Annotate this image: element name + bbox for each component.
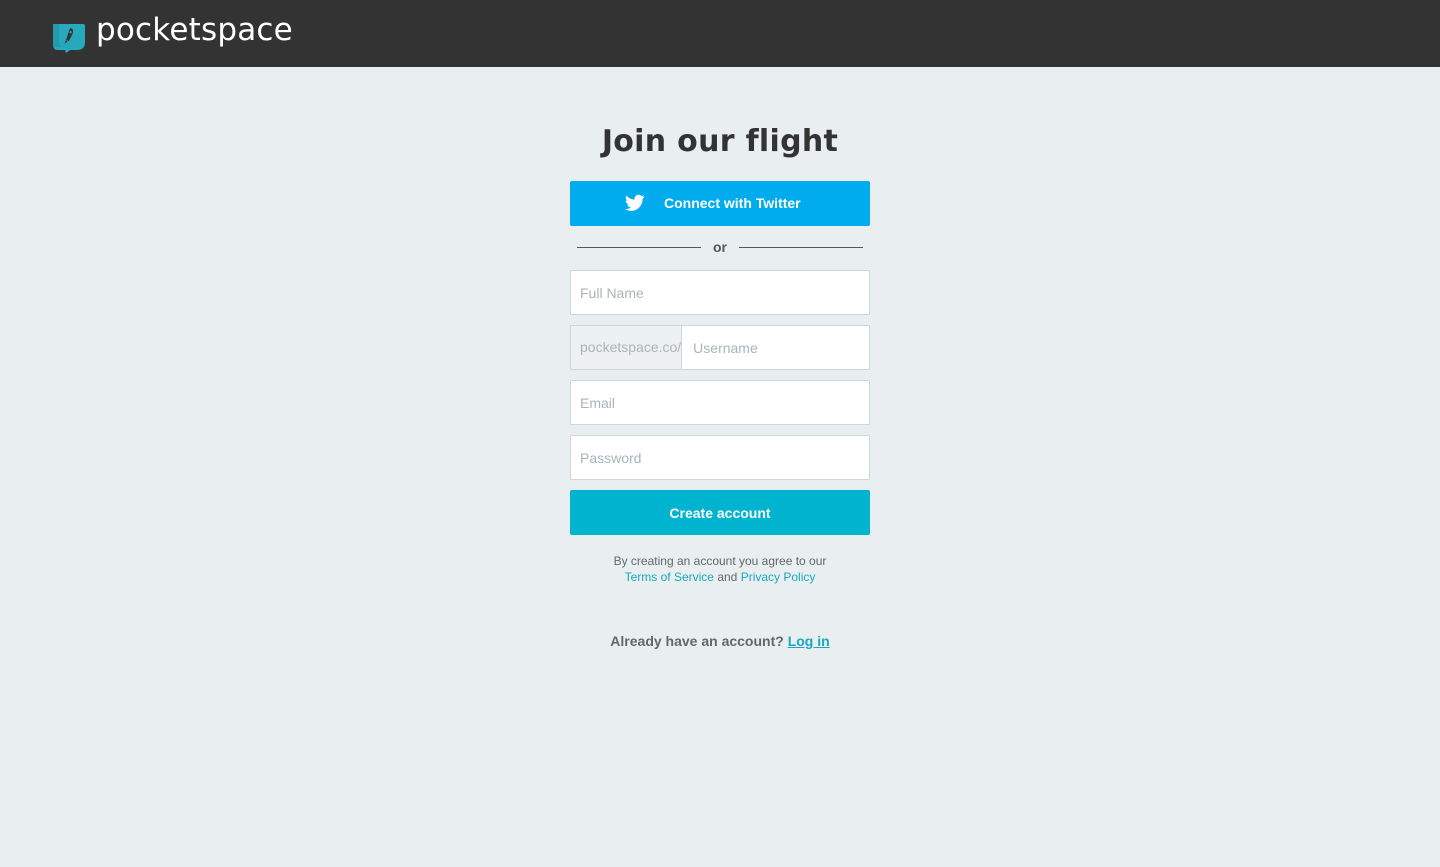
brand-name: pocketspace [96,11,293,48]
privacy-policy-link[interactable]: Privacy Policy [741,570,816,584]
login-prompt-text: Already have an account? [610,633,784,649]
terms-conjunction: and [717,570,738,584]
or-divider: or [577,238,863,256]
terms-prefix-text: By creating an account you agree to our [613,554,827,568]
full-name-field-wrapper [570,270,870,315]
username-field-wrapper: pocketspace.co/ [570,325,884,370]
password-field-wrapper [570,435,870,480]
email-field-wrapper [570,380,870,425]
divider-line-right [739,247,863,248]
connect-twitter-button[interactable]: Connect with Twitter [570,181,870,226]
terms-links-line: Terms of Service and Privacy Policy [570,569,870,585]
terms-of-service-link[interactable]: Terms of Service [625,570,714,584]
top-navigation-bar: pocketspace [0,0,1440,67]
full-name-input[interactable] [571,271,869,314]
log-in-link[interactable]: Log in [788,633,830,649]
twitter-bird-icon [625,194,645,211]
email-input[interactable] [571,381,869,424]
brand-home-link[interactable]: pocketspace [50,14,293,54]
username-input[interactable] [682,326,884,369]
page-title: Join our flight [601,124,839,159]
create-account-button[interactable]: Create account [570,490,870,535]
login-prompt: Already have an account? Log in [570,632,870,650]
username-url-prefix: pocketspace.co/ [571,326,683,369]
connect-twitter-label: Connect with Twitter [664,195,801,211]
pocketspace-rocket-logo-icon [53,23,85,53]
password-input[interactable] [571,436,869,479]
terms-notice: By creating an account you agree to our … [570,553,870,585]
signup-form: Join our flight Connect with Twitter or … [570,120,884,649]
